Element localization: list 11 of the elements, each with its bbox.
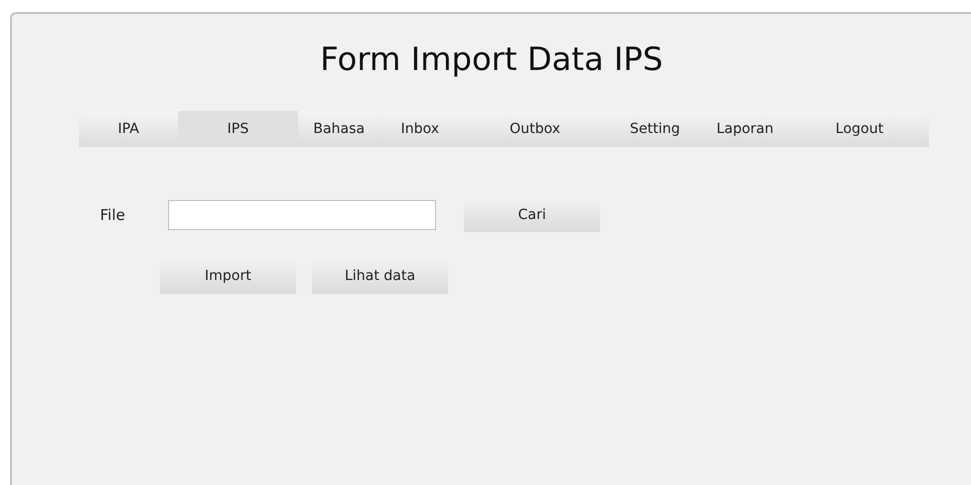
tab[interactable]: Laporan (700, 111, 790, 147)
tab[interactable]: Inbox (380, 111, 460, 147)
tab[interactable]: Outbox (460, 111, 610, 147)
tab[interactable]: IPA (79, 111, 178, 147)
file-input-field[interactable] (168, 200, 436, 230)
file-label: File (100, 206, 126, 224)
tab[interactable]: Bahasa (298, 111, 380, 147)
tab[interactable]: Setting (610, 111, 700, 147)
tab[interactable]: IPS (178, 111, 298, 147)
tab[interactable]: Logout (790, 111, 929, 147)
window-title: Form Import Data IPS (320, 39, 663, 80)
